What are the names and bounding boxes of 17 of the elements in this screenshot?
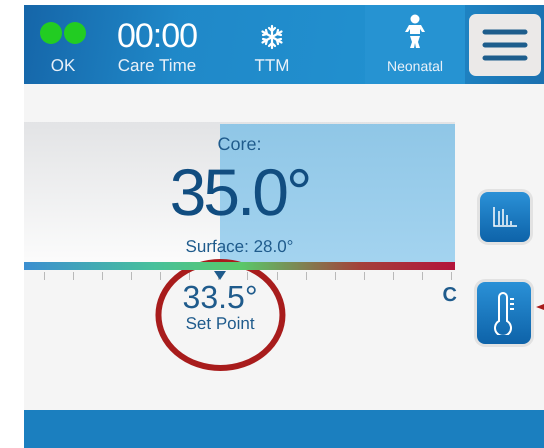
chart-button[interactable] xyxy=(480,192,530,242)
snowflake-icon xyxy=(259,24,285,50)
bar-chart-icon xyxy=(492,206,518,228)
set-point-value: 33.5° xyxy=(182,280,258,314)
status-label: OK xyxy=(50,56,76,76)
leader-line xyxy=(536,304,544,310)
mode-label: TTM xyxy=(254,56,290,76)
unit-label: C xyxy=(442,284,457,307)
surface-temperature: Surface: 28.0° xyxy=(186,237,294,257)
menu-icon xyxy=(480,28,528,62)
care-time-label: Care Time xyxy=(118,56,196,76)
care-time-value: 00:00 xyxy=(116,18,198,54)
thermometer-button[interactable] xyxy=(476,282,530,344)
menu-button[interactable] xyxy=(468,14,540,76)
set-point-label: Set Point xyxy=(186,314,255,334)
patient-type-label: Neonatal xyxy=(386,57,444,76)
baby-icon xyxy=(404,14,426,50)
